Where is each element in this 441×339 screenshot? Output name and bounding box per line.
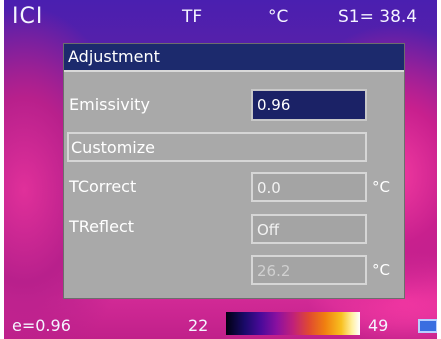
- brand-logo: ICI: [12, 4, 44, 29]
- customize-button[interactable]: Customize: [67, 132, 367, 162]
- spot-temperature: S1= 38.4: [338, 7, 418, 27]
- unit-indicator: °C: [268, 7, 289, 27]
- treflect-temp-value: 26.2: [257, 262, 291, 280]
- color-scale-bar: [226, 312, 360, 335]
- treflect-unit: °C: [372, 261, 390, 279]
- tcorrect-unit: °C: [372, 178, 390, 196]
- top-status-bar: ICI TF °C S1= 38.4: [4, 0, 437, 36]
- emissivity-value: 0.96: [257, 96, 291, 114]
- emissivity-field[interactable]: 0.96: [251, 89, 367, 121]
- bottom-status-bar: e=0.96 22 49: [4, 309, 437, 339]
- treflect-temp-field[interactable]: 26.2: [251, 255, 367, 285]
- emissivity-label: Emissivity: [69, 95, 150, 114]
- scale-max: 49: [368, 316, 389, 335]
- battery-icon: [418, 319, 437, 333]
- panel-header: Adjustment: [64, 44, 404, 72]
- tcorrect-field[interactable]: 0.0: [251, 172, 367, 202]
- treflect-label: TReflect: [69, 217, 135, 236]
- treflect-mode-field[interactable]: Off: [251, 214, 367, 244]
- adjustment-panel: Adjustment Emissivity 0.96 Customize TCo…: [63, 43, 405, 299]
- tcorrect-value: 0.0: [257, 179, 281, 197]
- thermal-screen: ICI TF °C S1= 38.4 Adjustment Emissivity…: [4, 0, 437, 339]
- tcorrect-label: TCorrect: [69, 177, 137, 196]
- panel-title: Adjustment: [68, 47, 160, 66]
- customize-label: Customize: [71, 138, 155, 157]
- treflect-mode-value: Off: [257, 221, 280, 239]
- mode-indicator: TF: [182, 7, 203, 27]
- scale-min: 22: [188, 316, 209, 335]
- emissivity-readout: e=0.96: [12, 316, 71, 335]
